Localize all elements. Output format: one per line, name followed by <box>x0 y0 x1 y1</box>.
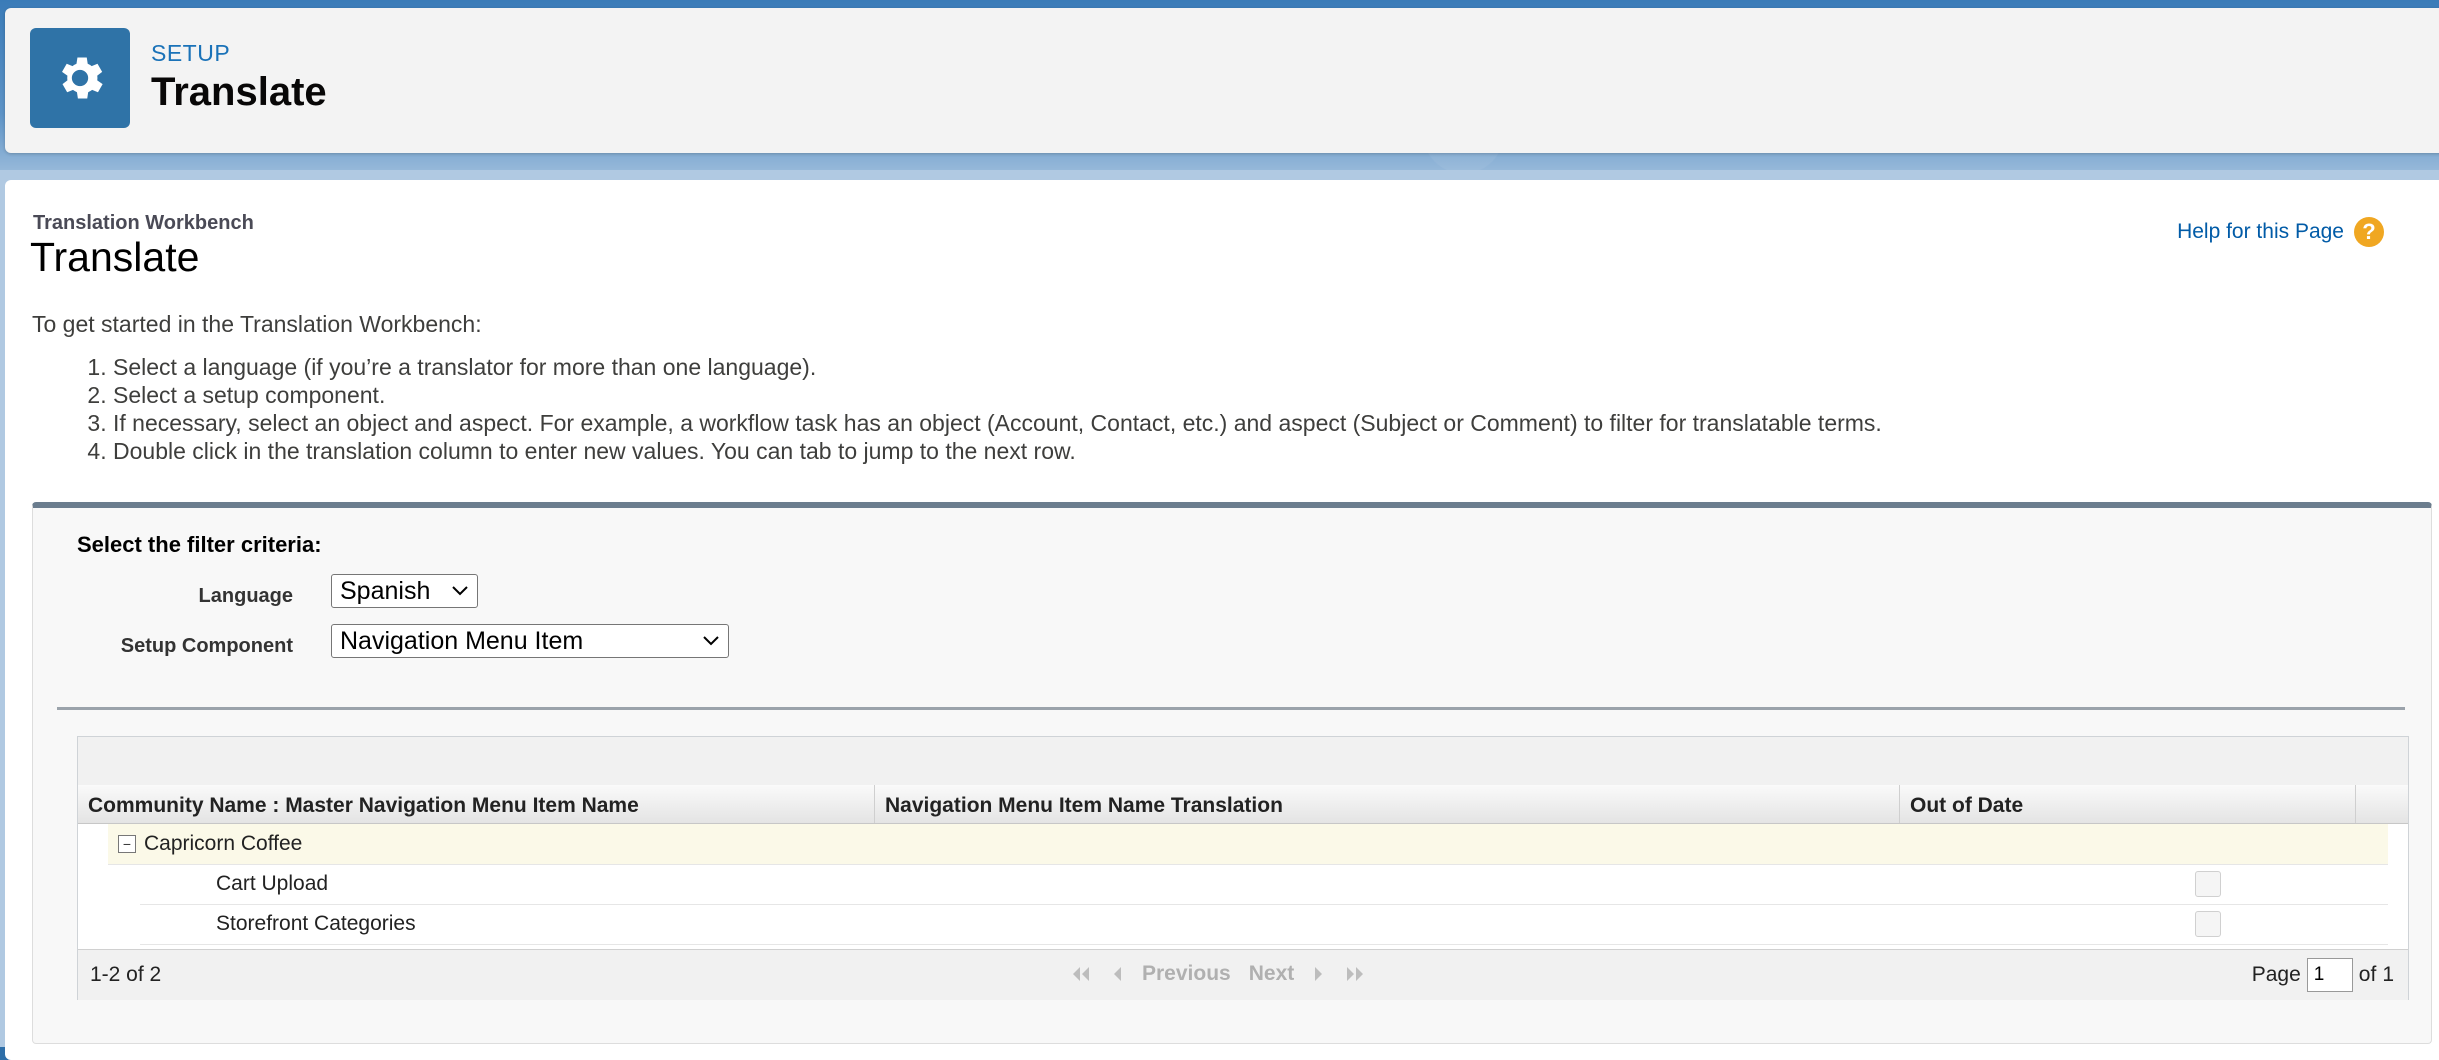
group-row[interactable]: − Capricorn Coffee <box>108 824 2388 865</box>
page-title: Translate <box>30 234 200 280</box>
setup-label[interactable]: SETUP <box>151 40 230 67</box>
table-row[interactable]: Storefront Categories <box>140 904 2388 945</box>
pager: Previous Next <box>1070 962 1366 986</box>
page-indicator: Page of 1 <box>2252 958 2394 992</box>
steps-list: Select a language (if you’re a translato… <box>83 353 1882 465</box>
translation-grid: Community Name : Master Navigation Menu … <box>77 736 2409 1000</box>
first-page-icon[interactable] <box>1070 965 1092 983</box>
gear-icon <box>30 28 130 128</box>
item-name: Cart Upload <box>216 872 329 895</box>
setup-component-select[interactable]: Navigation Menu Item <box>331 624 729 658</box>
step-item: Select a setup component. <box>113 381 1882 409</box>
total-pages: 1 <box>2382 963 2394 986</box>
help-link-label[interactable]: Help for this Page <box>2177 220 2344 244</box>
page-number-input[interactable] <box>2306 958 2353 992</box>
grid-toolbar <box>78 737 2408 786</box>
help-icon[interactable]: ? <box>2354 217 2384 247</box>
divider <box>57 707 2405 710</box>
table-row[interactable]: Cart Upload <box>140 864 2388 905</box>
page-header: SETUP Translate <box>5 8 2439 153</box>
filter-panel: Select the filter criteria: Language Spa… <box>32 502 2432 1044</box>
language-select-value: Spanish <box>340 576 431 605</box>
language-label: Language <box>198 585 293 607</box>
record-count: 1-2 of 2 <box>90 963 162 986</box>
next-button[interactable]: Next <box>1249 962 1295 986</box>
step-item: Double click in the translation column t… <box>113 437 1882 465</box>
chevron-down-icon <box>703 636 719 646</box>
last-page-icon[interactable] <box>1344 965 1366 983</box>
next-page-icon[interactable] <box>1312 965 1326 983</box>
previous-button[interactable]: Previous <box>1142 962 1231 986</box>
column-header-out-of-date[interactable]: Out of Date <box>1900 785 2356 823</box>
out-of-date-checkbox <box>2195 871 2221 897</box>
language-select[interactable]: Spanish <box>331 574 478 608</box>
header-title: Translate <box>151 70 327 114</box>
out-of-date-checkbox <box>2195 911 2221 937</box>
collapse-icon[interactable]: − <box>118 835 136 853</box>
step-item: If necessary, select an object and aspec… <box>113 409 1882 437</box>
previous-page-icon[interactable] <box>1110 965 1124 983</box>
filter-title: Select the filter criteria: <box>77 532 322 557</box>
item-name: Storefront Categories <box>216 912 416 935</box>
setup-component-value: Navigation Menu Item <box>340 626 584 655</box>
main-content: Translation Workbench Translate Help for… <box>5 180 2439 1060</box>
setup-component-label: Setup Component <box>120 635 293 657</box>
column-header-translation[interactable]: Navigation Menu Item Name Translation <box>875 785 1900 823</box>
grid-header: Community Name : Master Navigation Menu … <box>78 785 2408 824</box>
of-label: of <box>2358 963 2377 986</box>
column-header-master-name[interactable]: Community Name : Master Navigation Menu … <box>78 785 875 823</box>
page-label: Page <box>2251 963 2301 986</box>
column-header-filler <box>2356 785 2408 823</box>
step-item: Select a language (if you’re a translato… <box>113 353 1882 381</box>
chevron-down-icon <box>452 586 468 596</box>
breadcrumb: Translation Workbench <box>33 212 254 234</box>
intro-text: To get started in the Translation Workbe… <box>32 311 482 337</box>
help-link[interactable]: Help for this Page ? <box>2177 217 2384 247</box>
grid-footer: 1-2 of 2 Previous Next Page of 1 <box>78 949 2408 1000</box>
group-name: Capricorn Coffee <box>144 832 303 855</box>
